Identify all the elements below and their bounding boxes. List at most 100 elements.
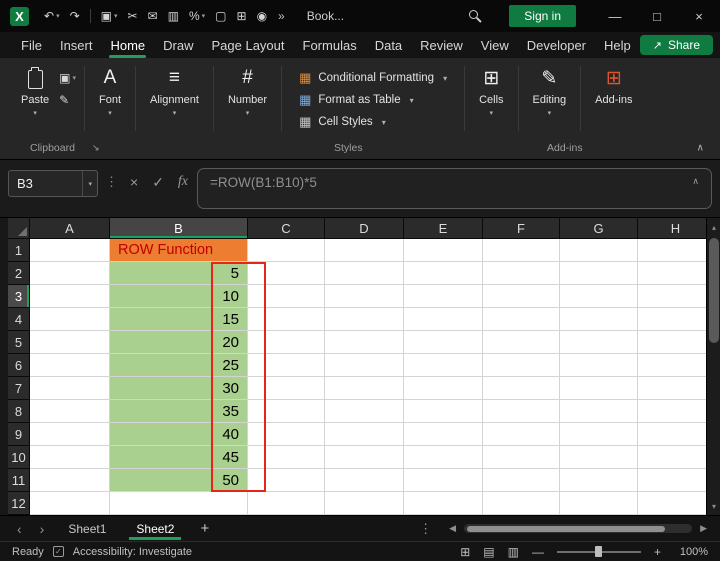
cell-C3[interactable]: [248, 285, 325, 308]
cells-button[interactable]: ⊞ Cells ▾: [471, 63, 511, 119]
cell-C12[interactable]: [248, 492, 325, 515]
cell-E4[interactable]: [404, 308, 483, 331]
cell-B12[interactable]: [110, 492, 248, 515]
cell-D9[interactable]: [325, 423, 404, 446]
cell-G1[interactable]: [560, 239, 638, 262]
cell-A4[interactable]: [30, 308, 110, 331]
cell-E12[interactable]: [404, 492, 483, 515]
zoom-slider[interactable]: [557, 551, 641, 553]
column-header-G[interactable]: G: [560, 218, 638, 239]
format-painter-icon[interactable]: ✎: [59, 93, 76, 107]
cell-B5[interactable]: 20: [110, 331, 248, 354]
menu-tab-formulas[interactable]: Formulas: [294, 34, 366, 57]
formula-input[interactable]: =ROW(B1:B10)*5 ∧: [197, 168, 712, 209]
cell-C8[interactable]: [248, 400, 325, 423]
mail-icon[interactable]: ✉: [143, 7, 163, 25]
cell-D6[interactable]: [325, 354, 404, 377]
horizontal-scrollbar[interactable]: [464, 524, 692, 533]
cell-C9[interactable]: [248, 423, 325, 446]
sign-in-button[interactable]: Sign in: [509, 5, 576, 27]
alignment-button[interactable]: ≡ Alignment ▾: [142, 63, 207, 119]
vertical-scroll-thumb[interactable]: [709, 238, 719, 343]
table-icon[interactable]: ⊞: [232, 7, 252, 25]
scroll-right-icon[interactable]: ▶: [695, 523, 712, 534]
chart-icon[interactable]: ▥: [163, 7, 184, 25]
copy-small-icon[interactable]: ▣▾: [59, 71, 76, 85]
column-header-E[interactable]: E: [404, 218, 483, 239]
cell-F5[interactable]: [483, 331, 560, 354]
number-button[interactable]: # Number ▾: [220, 63, 275, 119]
cell-B8[interactable]: 35: [110, 400, 248, 423]
row-header-2[interactable]: 2: [8, 262, 30, 285]
menu-tab-developer[interactable]: Developer: [518, 34, 595, 57]
formula-bar-collapse-icon[interactable]: ∧: [692, 176, 699, 187]
zoom-in-icon[interactable]: +: [654, 545, 661, 559]
cell-G2[interactable]: [560, 262, 638, 285]
row-header-7[interactable]: 7: [8, 377, 30, 400]
cell-E6[interactable]: [404, 354, 483, 377]
cell-D12[interactable]: [325, 492, 404, 515]
cell-G3[interactable]: [560, 285, 638, 308]
editing-button[interactable]: ✎ Editing ▾: [525, 63, 575, 119]
search-icon[interactable]: [467, 8, 483, 24]
cell-G7[interactable]: [560, 377, 638, 400]
row-header-3[interactable]: 3: [8, 285, 30, 308]
cell-F8[interactable]: [483, 400, 560, 423]
cell-A7[interactable]: [30, 377, 110, 400]
cell-F3[interactable]: [483, 285, 560, 308]
minimize-button[interactable]: —: [594, 0, 636, 32]
cell-F1[interactable]: [483, 239, 560, 262]
copy-icon[interactable]: ▣▾: [96, 7, 123, 25]
cell-B7[interactable]: 30: [110, 377, 248, 400]
column-header-D[interactable]: D: [325, 218, 404, 239]
cut-icon[interactable]: ✂: [123, 7, 143, 25]
cell-E11[interactable]: [404, 469, 483, 492]
menu-tab-review[interactable]: Review: [411, 34, 472, 57]
cell-C2[interactable]: [248, 262, 325, 285]
cell-H7[interactable]: [638, 377, 714, 400]
cell-A10[interactable]: [30, 446, 110, 469]
row-header-5[interactable]: 5: [8, 331, 30, 354]
cell-C4[interactable]: [248, 308, 325, 331]
cell-E3[interactable]: [404, 285, 483, 308]
cell-B6[interactable]: 25: [110, 354, 248, 377]
column-header-B[interactable]: B: [110, 218, 248, 239]
clipboard-dialog-launcher-icon[interactable]: ↘: [92, 143, 100, 154]
paste-button[interactable]: Paste ▾: [13, 63, 57, 119]
cell-F2[interactable]: [483, 262, 560, 285]
horizontal-scroll-thumb[interactable]: [467, 526, 665, 532]
cell-G6[interactable]: [560, 354, 638, 377]
cell-G4[interactable]: [560, 308, 638, 331]
select-all-corner[interactable]: [8, 218, 30, 239]
cell-E1[interactable]: [404, 239, 483, 262]
cell-D8[interactable]: [325, 400, 404, 423]
share-button[interactable]: ↗ Share: [640, 35, 713, 55]
cell-C11[interactable]: [248, 469, 325, 492]
cell-F4[interactable]: [483, 308, 560, 331]
collapse-ribbon-icon[interactable]: ∧: [697, 143, 704, 154]
scroll-left-icon[interactable]: ◀: [444, 523, 461, 534]
row-header-9[interactable]: 9: [8, 423, 30, 446]
cell-C1[interactable]: [248, 239, 325, 262]
redo-icon[interactable]: ↷: [65, 7, 85, 25]
vertical-scrollbar[interactable]: ▴ ▾: [706, 218, 720, 515]
zoom-out-icon[interactable]: —: [532, 545, 544, 559]
sheet-tab-sheet1[interactable]: Sheet1: [53, 518, 121, 540]
cell-H11[interactable]: [638, 469, 714, 492]
insert-function-icon[interactable]: fx: [173, 168, 193, 190]
menu-tab-view[interactable]: View: [472, 34, 518, 57]
cell-D11[interactable]: [325, 469, 404, 492]
cell-C7[interactable]: [248, 377, 325, 400]
cell-G12[interactable]: [560, 492, 638, 515]
prev-sheet-icon[interactable]: ‹: [8, 521, 31, 537]
cell-H6[interactable]: [638, 354, 714, 377]
scroll-down-icon[interactable]: ▾: [707, 499, 720, 513]
cell-G5[interactable]: [560, 331, 638, 354]
cell-E8[interactable]: [404, 400, 483, 423]
cell-D10[interactable]: [325, 446, 404, 469]
accessibility-status[interactable]: Accessibility: Investigate: [73, 546, 192, 558]
column-header-F[interactable]: F: [483, 218, 560, 239]
cell-H4[interactable]: [638, 308, 714, 331]
close-button[interactable]: ×: [678, 0, 720, 32]
cell-H8[interactable]: [638, 400, 714, 423]
